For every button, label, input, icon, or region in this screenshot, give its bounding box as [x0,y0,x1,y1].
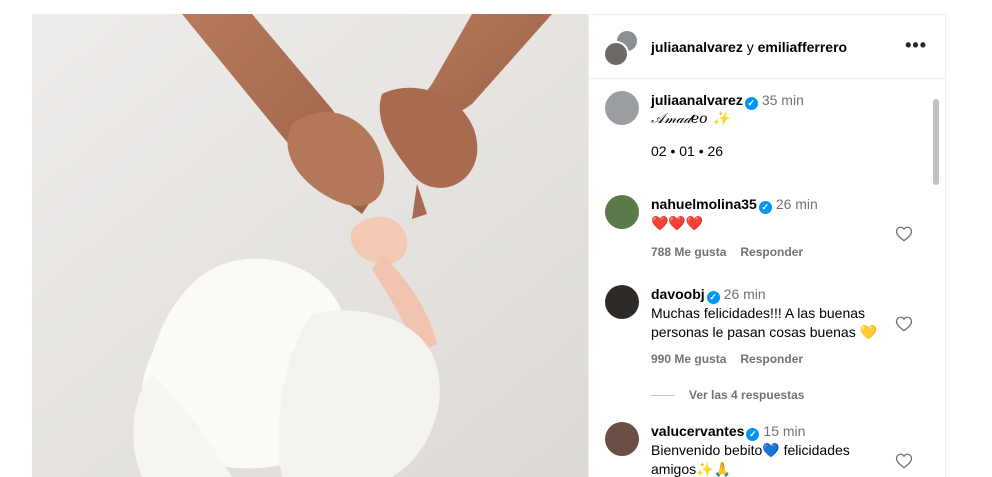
divider [651,395,675,397]
scrollbar-thumb[interactable] [933,99,939,185]
comment-username[interactable]: valucervantes [651,423,744,439]
like-count[interactable]: 788 Me gusta [651,245,726,259]
comment-time[interactable]: 26 min [776,196,818,212]
comments-panel: juliaanalvarez y emiliafferrero ••• juli… [588,14,946,477]
header-username[interactable]: juliaanalvarez [651,39,743,55]
comment-username[interactable]: davoobj [651,286,705,302]
view-replies-label: Ver las 4 respuestas [689,388,805,402]
reply-button[interactable]: Responder [740,245,803,259]
verified-badge-icon: ✓ [706,291,720,304]
comment-time[interactable]: 26 min [724,286,766,302]
header-username[interactable]: emiliafferrero [758,39,847,55]
caption-date: 02 • 01 • 26 [651,143,724,159]
avatar [603,41,629,67]
verified-badge-icon: ✓ [758,201,772,214]
verified-badge-icon: ✓ [746,428,760,441]
collab-avatars[interactable] [603,29,641,67]
view-replies-button[interactable]: Ver las 4 respuestas [651,388,804,402]
reply-button[interactable]: Responder [740,352,803,366]
post-photo [32,14,588,477]
comment-username[interactable]: nahuelmolina35 [651,196,757,212]
comment-time[interactable]: 15 min [763,423,805,439]
comment-text: Bienvenido bebito💙 felicidades amigos✨🙏 [651,442,850,477]
verified-badge-icon: ✓ [744,97,758,110]
header-conjunction: y [742,39,758,55]
like-count[interactable]: 990 Me gusta [651,352,726,366]
baby-hands-photo [32,14,588,477]
header-usernames: juliaanalvarez y emiliafferrero [651,39,847,55]
post-header: juliaanalvarez y emiliafferrero ••• [589,15,945,79]
avatar[interactable] [605,195,639,229]
like-heart-icon[interactable] [895,452,913,470]
comment-text: ❤️❤️❤️ [651,215,704,231]
like-heart-icon[interactable] [895,225,913,243]
avatar[interactable] [605,91,639,125]
comment-time[interactable]: 35 min [762,92,804,108]
comment-username[interactable]: juliaanalvarez [651,92,743,108]
caption-text: 𝒜𝓂𝒶𝒹𝑒𝑜 ✨ [651,111,730,127]
more-options-icon[interactable]: ••• [905,35,927,56]
comment-text: Muchas felicidades!!! A las buenas perso… [651,305,878,340]
avatar[interactable] [605,285,639,319]
avatar[interactable] [605,422,639,456]
like-heart-icon[interactable] [895,315,913,333]
